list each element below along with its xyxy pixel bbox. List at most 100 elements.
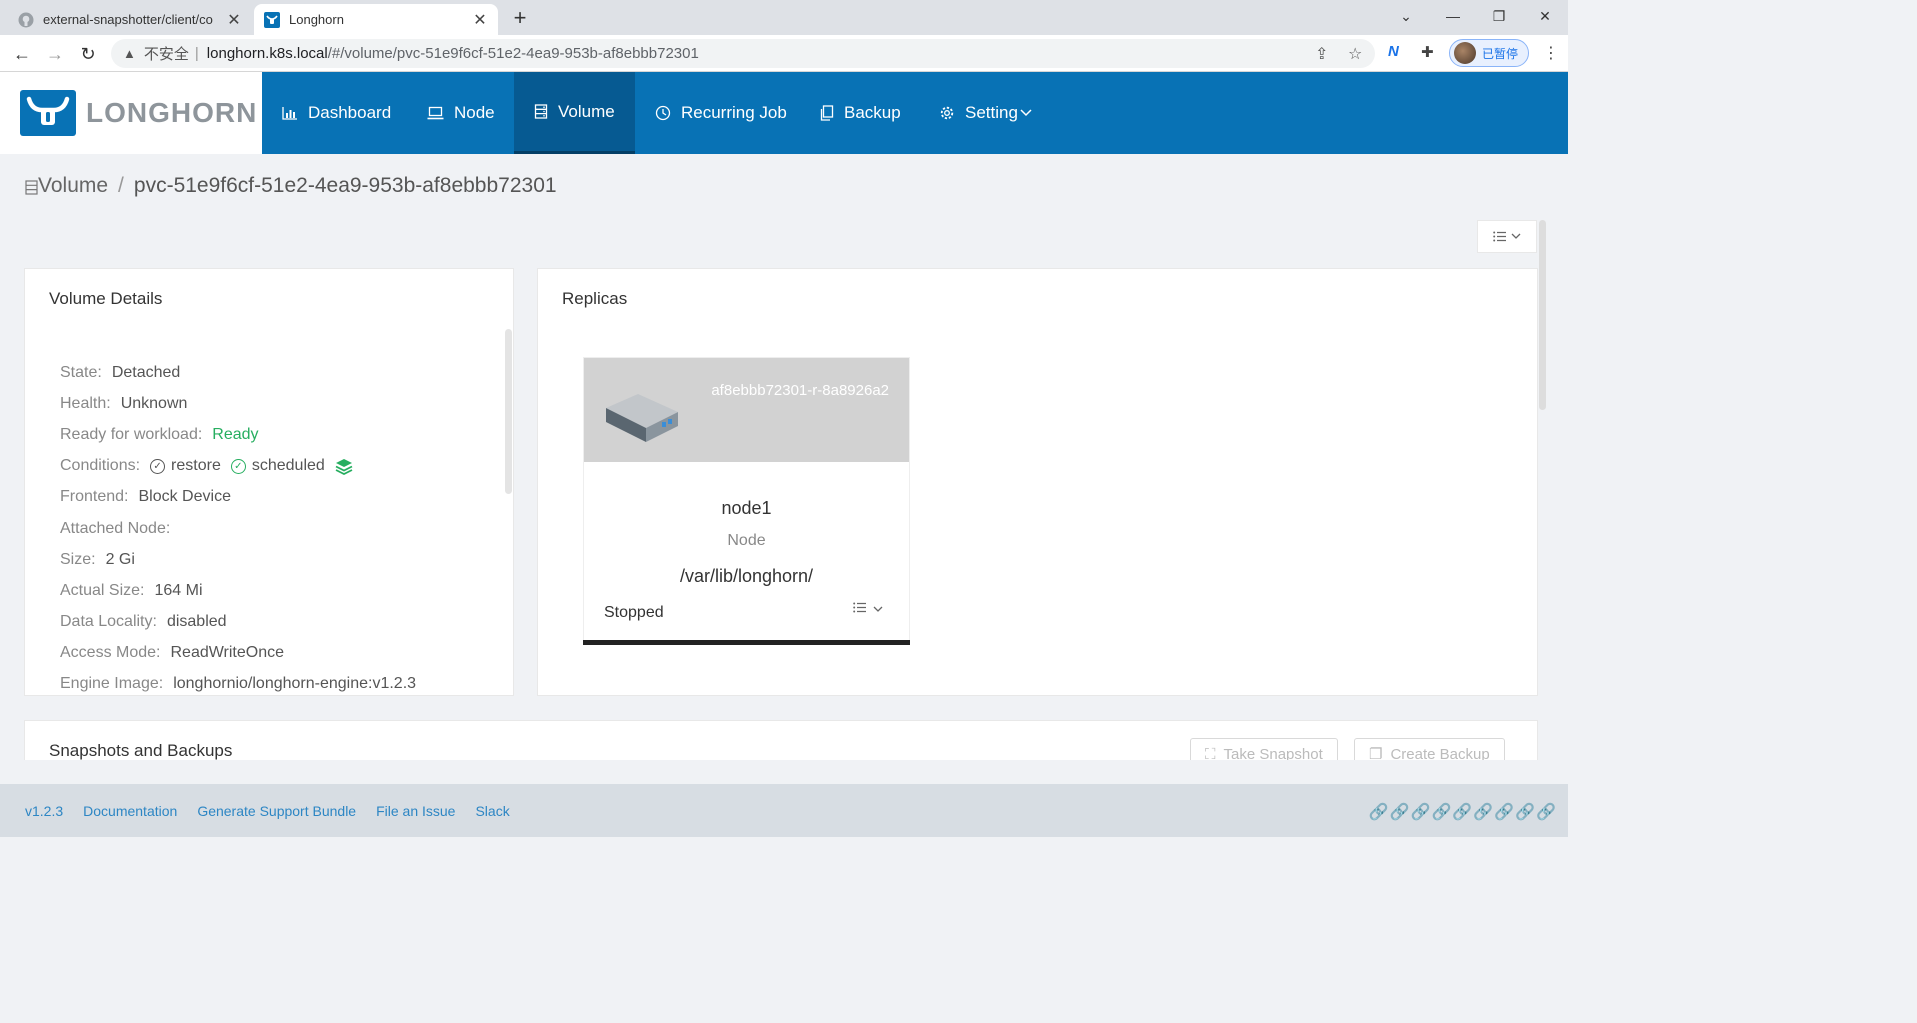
profile-label: 已暂停 xyxy=(1482,46,1519,61)
window-close-icon[interactable]: ✕ xyxy=(1522,0,1568,32)
condition-label: scheduled xyxy=(251,457,325,475)
browser-tab-longhorn[interactable]: Longhorn ✕ xyxy=(254,4,498,35)
browser-tab-github[interactable]: external-snapshotter/client/co ✕ xyxy=(8,4,252,35)
security-label: 不安全 xyxy=(143,46,189,63)
more-vertical-icon[interactable]: ⋮ xyxy=(1543,43,1559,63)
connection-status: 🔗 🔗 🔗 🔗 🔗 🔗 🔗 🔗 🔗 xyxy=(1368,802,1556,822)
nav-backup[interactable]: Backup xyxy=(800,72,921,154)
panel-title: Volume Details xyxy=(49,289,163,308)
share-icon[interactable]: ⇪ xyxy=(1315,44,1328,64)
support-bundle-link[interactable]: Generate Support Bundle xyxy=(197,803,356,819)
bar-chart-icon xyxy=(282,107,297,120)
close-icon[interactable]: ✕ xyxy=(226,10,242,30)
restore-icon[interactable]: ❐ xyxy=(1476,0,1522,32)
detail-value: Ready xyxy=(212,425,259,443)
detail-label: Actual Size: xyxy=(60,581,145,599)
tab-search-icon[interactable]: ⌄ xyxy=(1383,0,1429,32)
check-circle-icon: ✓ xyxy=(230,458,246,474)
detail-value: 2 Gi xyxy=(105,550,135,568)
detail-value: longhornio/longhorn-engine:v1.2.3 xyxy=(173,675,417,693)
condition-restore[interactable]: ✓ restore xyxy=(150,457,221,475)
list-icon xyxy=(852,602,866,613)
copy-icon xyxy=(820,105,834,121)
replica-menu-button[interactable] xyxy=(852,602,883,616)
details-scrollbar[interactable] xyxy=(505,329,512,494)
replica-path: /var/lib/longhorn/ xyxy=(679,566,814,586)
new-tab-button[interactable]: + xyxy=(508,4,532,32)
detail-ready-for-workload: Ready for workload: Ready xyxy=(60,419,416,450)
logo[interactable]: LONGHORN xyxy=(0,72,262,154)
back-arrow-icon[interactable]: ← xyxy=(8,40,36,68)
detail-data-locality: Data Locality: disabled xyxy=(60,607,416,638)
replica-name: af8ebbb72301-r-8a8926a2 xyxy=(711,382,889,399)
footer: v1.2.3 Documentation Generate Support Bu… xyxy=(0,784,1568,837)
database-icon xyxy=(25,180,38,195)
link-icon: 🔗 xyxy=(1494,804,1515,821)
take-snapshot-button[interactable]: ⛶ Take Snapshot xyxy=(1190,738,1338,760)
minimize-icon[interactable]: — xyxy=(1430,0,1476,32)
detail-label: Frontend: xyxy=(60,488,129,506)
nav-volume[interactable]: Volume xyxy=(514,72,635,154)
detail-label: Data Locality: xyxy=(60,613,157,631)
detail-value: ReadWriteOnce xyxy=(170,644,285,662)
nav-label: Setting xyxy=(965,103,1018,122)
nav-recurring-job[interactable]: Recurring Job xyxy=(635,72,807,154)
link-icon: 🔗 xyxy=(1389,804,1410,821)
detail-label: Conditions: xyxy=(60,457,141,475)
link-icon: 🔗 xyxy=(1515,804,1536,821)
link-icon: 🔗 xyxy=(1536,804,1556,821)
volume-details-panel: Volume Details State: Detached Health: U… xyxy=(24,268,514,696)
replica-node-label: Node xyxy=(727,532,766,549)
tab-title: Longhorn xyxy=(289,12,344,27)
nav-dashboard[interactable]: Dashboard xyxy=(262,72,411,154)
create-backup-button[interactable]: ❐ Create Backup xyxy=(1354,738,1505,760)
profile-button[interactable]: 已暂停 xyxy=(1449,39,1529,67)
replica-status-bar xyxy=(583,640,910,645)
slack-link[interactable]: Slack xyxy=(475,803,509,819)
documentation-link[interactable]: Documentation xyxy=(83,803,177,819)
address-path: /#/volume/pvc-51e9f6cf-51e2-4ea9-953b-af… xyxy=(327,45,699,62)
detail-conditions: Conditions: ✓ restore ✓ scheduled xyxy=(60,451,416,482)
brand-name: LONGHORN xyxy=(86,97,258,128)
condition-label: restore xyxy=(171,457,221,475)
puzzle-icon[interactable]: ✚ xyxy=(1421,43,1434,61)
browser-toolbar: ← → ↻ ▲ 不安全 | longhorn.k8s.local/#/volum… xyxy=(0,35,1568,72)
breadcrumb-current: pvc-51e9f6cf-51e2-4ea9-953b-af8ebbb72301 xyxy=(133,174,557,197)
bookmark-star-icon[interactable]: ☆ xyxy=(1348,44,1362,64)
breadcrumb-volume-link[interactable]: Volume xyxy=(38,174,108,198)
condition-scheduled[interactable]: ✓ scheduled xyxy=(230,457,325,475)
extension-n-icon[interactable]: N xyxy=(1388,43,1399,60)
nav-label: Recurring Job xyxy=(681,103,787,122)
disk-drive-icon xyxy=(606,394,678,442)
detail-label: Health: xyxy=(60,394,111,412)
address-separator: | xyxy=(194,45,199,62)
copy-icon: ❐ xyxy=(1369,746,1383,760)
replica-node[interactable]: node1 xyxy=(584,498,909,519)
reload-icon[interactable]: ↻ xyxy=(74,40,102,68)
detail-value: Detached xyxy=(111,363,181,381)
address-bar[interactable]: ▲ 不安全 | longhorn.k8s.local/#/volume/pvc-… xyxy=(111,39,1375,68)
detail-frontend: Frontend: Block Device xyxy=(60,482,416,513)
close-icon[interactable]: ✕ xyxy=(472,10,488,30)
file-issue-link[interactable]: File an Issue xyxy=(376,803,455,819)
browser-tab-bar: external-snapshotter/client/co ✕ Longhor… xyxy=(0,0,1568,35)
link-icon: 🔗 xyxy=(1473,804,1494,821)
detail-label: Attached Node: xyxy=(60,519,171,537)
detail-value: disabled xyxy=(166,613,227,631)
nav-node[interactable]: Node xyxy=(407,72,515,154)
volume-operation-menu-button[interactable] xyxy=(1477,220,1537,253)
nav-label: Node xyxy=(454,103,495,122)
nav-label: Volume xyxy=(558,101,615,121)
page-scrollbar[interactable] xyxy=(1539,220,1546,410)
database-icon xyxy=(534,104,548,119)
detail-label: Access Mode: xyxy=(60,644,161,662)
nav-setting[interactable]: Setting xyxy=(919,72,1052,154)
layers-icon[interactable] xyxy=(335,458,353,475)
button-label: Create Backup xyxy=(1390,745,1490,761)
detail-state: State: Detached xyxy=(60,357,416,388)
snapshots-backups-panel: Snapshots and Backups ⛶ Take Snapshot ❐ … xyxy=(24,720,1538,760)
version-link[interactable]: v1.2.3 xyxy=(25,803,63,819)
detail-attached-node: Attached Node: xyxy=(60,513,416,544)
link-icon: 🔗 xyxy=(1410,804,1431,821)
forward-arrow-icon[interactable]: → xyxy=(41,40,69,68)
